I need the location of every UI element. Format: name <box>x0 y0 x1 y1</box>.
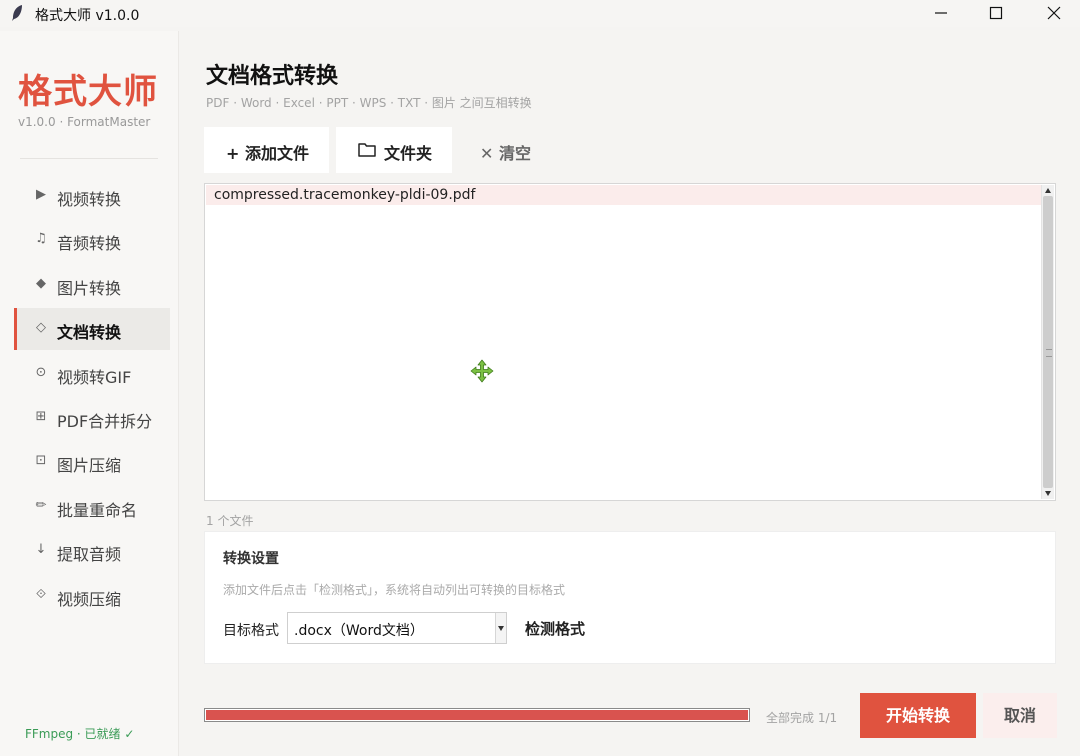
target-format-value: .docx（Word文档） <box>294 623 424 639</box>
progress-bar <box>204 708 750 722</box>
page-title: 文档格式转换 <box>206 64 339 89</box>
add-file-button[interactable]: + 添加文件 <box>204 127 329 173</box>
sidebar-item-video-to-gif[interactable]: ⊙ 视频转GIF <box>14 353 167 395</box>
close-button[interactable] <box>1030 0 1080 27</box>
file-list[interactable]: compressed.tracemonkey-pldi-09.pdf <box>204 183 1056 501</box>
brand-version: v1.0.0 · FormatMaster <box>18 115 151 129</box>
squared-plus-icon: ⊞ <box>35 409 47 424</box>
conversion-settings-panel: 转换设置 添加文件后点击「检测格式」，系统将自动列出可转换的目标格式 目标格式 … <box>204 531 1056 664</box>
target-format-select[interactable]: .docx（Word文档） <box>287 612 507 644</box>
ffmpeg-status: FFmpeg · 已就绪 ✓ <box>25 727 135 741</box>
sidebar-item-label: 文档转换 <box>57 323 122 342</box>
sidebar-item-document-convert[interactable]: ◇ 文档转换 <box>14 308 170 350</box>
sidebar-item-image-convert[interactable]: ◆ 图片转换 <box>14 264 167 306</box>
sidebar-item-video-convert[interactable]: ▶ 视频转换 <box>14 175 167 217</box>
file-name: compressed.tracemonkey-pldi-09.pdf <box>214 187 476 203</box>
sidebar-item-label: 视频转换 <box>57 190 122 209</box>
start-convert-button[interactable]: 开始转换 <box>860 693 976 738</box>
sidebar-item-label: 图片转换 <box>57 279 122 298</box>
sidebar-item-label: 音频转换 <box>57 234 122 253</box>
down-arrow-icon: ↓ <box>35 542 47 557</box>
scroll-up-icon[interactable] <box>1045 188 1051 193</box>
clear-button[interactable]: ✕ 清空 <box>468 127 558 173</box>
settings-title: 转换设置 <box>223 551 279 567</box>
scroll-down-icon[interactable] <box>1045 491 1051 496</box>
play-icon: ▶ <box>36 187 46 202</box>
sidebar-item-label: 视频压缩 <box>57 590 122 609</box>
progress-text: 全部完成 1/1 <box>766 711 838 725</box>
sidebar-item-extract-audio[interactable]: ↓ 提取音频 <box>14 530 167 572</box>
file-list-scrollbar[interactable] <box>1041 185 1054 499</box>
grip-icon <box>1046 349 1052 357</box>
chevron-down-icon <box>498 626 504 631</box>
sidebar-item-label: 批量重命名 <box>57 501 138 520</box>
squared-dot-icon: ⊡ <box>35 453 47 468</box>
settings-hint: 添加文件后点击「检测格式」，系统将自动列出可转换的目标格式 <box>223 583 566 597</box>
sidebar-item-video-compress[interactable]: ⟐ 视频压缩 <box>14 575 167 617</box>
window-title: 格式大师 v1.0.0 <box>35 8 140 24</box>
diamond-filled-icon: ◆ <box>36 276 46 291</box>
sidebar-item-label: 视频转GIF <box>57 368 132 387</box>
sidebar-item-audio-convert[interactable]: ♫ 音频转换 <box>14 219 167 261</box>
close-icon <box>1047 6 1061 20</box>
sidebar-item-label: 提取音频 <box>57 545 122 564</box>
sidebar-item-batch-rename[interactable]: ✏ 批量重命名 <box>14 486 167 528</box>
progress-fill <box>206 710 748 720</box>
brand-logo: 格式大师 <box>18 72 158 112</box>
list-item[interactable]: compressed.tracemonkey-pldi-09.pdf <box>206 185 1043 205</box>
minimize-button[interactable] <box>917 0 967 27</box>
diamond-dot-icon: ⟐ <box>35 587 47 602</box>
minimize-icon <box>935 12 947 14</box>
pencil-icon: ✏ <box>35 498 47 513</box>
sidebar: 格式大师 v1.0.0 · FormatMaster ▶ 视频转换 ♫ 音频转换… <box>0 31 179 756</box>
target-format-label: 目标格式 <box>223 623 279 639</box>
file-count: 1 个文件 <box>206 514 254 528</box>
maximize-button[interactable] <box>972 0 1022 27</box>
add-folder-label: 文件夹 <box>384 144 433 163</box>
sidebar-item-image-compress[interactable]: ⊡ 图片压缩 <box>14 441 167 483</box>
circle-dot-icon: ⊙ <box>35 365 47 380</box>
title-bar: 格式大师 v1.0.0 <box>0 0 1080 27</box>
page-subtitle: PDF · Word · Excel · PPT · WPS · TXT · 图… <box>206 96 532 110</box>
clear-label: ✕ 清空 <box>480 144 531 163</box>
sidebar-item-label: 图片压缩 <box>57 456 122 475</box>
cancel-button[interactable]: 取消 <box>983 693 1057 738</box>
maximize-icon <box>989 6 1003 20</box>
diamond-outline-icon: ◇ <box>36 320 46 335</box>
feather-icon <box>12 5 22 21</box>
sidebar-item-pdf-merge-split[interactable]: ⊞ PDF合并拆分 <box>14 397 167 439</box>
detect-format-button[interactable]: 检测格式 <box>525 618 585 639</box>
sidebar-divider <box>20 158 158 159</box>
folder-icon <box>358 143 376 157</box>
move-cursor-icon <box>470 359 494 383</box>
music-note-icon: ♫ <box>35 231 47 246</box>
add-folder-button[interactable]: 文件夹 <box>336 127 452 173</box>
sidebar-item-label: PDF合并拆分 <box>57 412 153 431</box>
scrollbar-thumb[interactable] <box>1043 196 1053 488</box>
add-file-label: + 添加文件 <box>226 144 309 163</box>
dropdown-button[interactable] <box>495 613 506 643</box>
